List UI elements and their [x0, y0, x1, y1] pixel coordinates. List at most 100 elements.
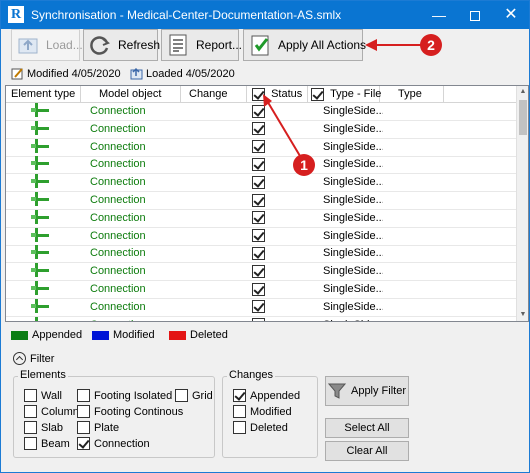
connection-element-icon — [28, 316, 58, 321]
scroll-down-icon[interactable]: ▼ — [517, 309, 528, 321]
report-icon — [166, 33, 190, 57]
modified-swatch — [92, 330, 109, 340]
plate-checkbox[interactable] — [77, 421, 90, 434]
table-row[interactable]: Connection SingleSide... — [6, 298, 518, 317]
footing-continous-label: Footing Continous — [94, 405, 184, 418]
loaded-info: Loaded 4/05/2020 — [130, 67, 235, 80]
table-row[interactable]: Connection SingleSide... — [6, 263, 518, 282]
status-checkbox[interactable] — [252, 193, 265, 207]
connection-element-icon — [28, 138, 58, 157]
status-cell — [247, 263, 307, 281]
connection-option[interactable]: Connection — [77, 437, 150, 450]
type-file-cell: SingleSide... — [323, 265, 383, 278]
load-button[interactable]: Load... — [11, 29, 83, 61]
apply-all-actions-button[interactable]: Apply All Actions — [243, 29, 367, 61]
deleted-option[interactable]: Deleted — [233, 421, 288, 434]
model-object-cell: Connection — [90, 211, 146, 224]
status-cell — [247, 299, 307, 317]
appended-checkbox[interactable] — [233, 389, 246, 402]
modified-checkbox[interactable] — [233, 405, 246, 418]
type-file-cell: SingleSide... — [323, 194, 383, 206]
header-change[interactable]: Change — [181, 86, 247, 103]
plate-option[interactable]: Plate — [77, 421, 119, 434]
header-element-type[interactable]: Element type — [6, 86, 81, 103]
type-file-cell: SingleSide... — [323, 211, 383, 224]
refresh-button[interactable]: Refresh — [83, 29, 160, 61]
table-row[interactable]: Connection SingleSide... — [6, 245, 518, 264]
filter-toggle[interactable]: Filter — [13, 352, 54, 365]
table-row[interactable]: Connection SingleSide... — [6, 174, 518, 193]
type-file-cell: SingleSide... — [323, 122, 383, 135]
table-row[interactable]: Connection SingleSide... — [6, 316, 518, 321]
slab-label: Slab — [41, 421, 64, 434]
table-row[interactable]: Connection SingleSide... — [6, 192, 518, 210]
collapse-chevron-icon[interactable] — [13, 352, 26, 365]
wall-label: Wall — [41, 389, 62, 402]
status-checkbox[interactable] — [252, 318, 265, 321]
beam-option[interactable]: Beam — [24, 437, 70, 450]
grid-vertical-scrollbar[interactable]: ▲ ▼ — [516, 86, 528, 321]
funnel-icon — [327, 383, 346, 399]
close-button[interactable]: ✕ — [493, 1, 529, 29]
grid-option[interactable]: Grid — [175, 389, 213, 402]
connection-element-icon — [28, 120, 58, 139]
column-option[interactable]: Column — [24, 405, 79, 418]
scrollbar-thumb[interactable] — [519, 100, 527, 135]
status-checkbox[interactable] — [252, 175, 265, 189]
column-checkbox[interactable] — [24, 405, 37, 418]
status-checkbox[interactable] — [252, 282, 265, 296]
footing-isolated-option[interactable]: Footing Isolated — [77, 389, 172, 402]
model-object-cell: Connection — [90, 194, 146, 206]
footing-continous-checkbox[interactable] — [77, 405, 90, 418]
header-model-object[interactable]: Model object — [81, 86, 181, 103]
modified-info: Modified 4/05/2020 — [11, 67, 121, 80]
report-button[interactable]: Report... — [161, 29, 242, 61]
slab-option[interactable]: Slab — [24, 421, 63, 434]
legend-appended: Appended — [11, 329, 82, 341]
deleted-swatch — [169, 330, 186, 340]
legend-modified-label: Modified — [113, 329, 155, 341]
appended-option[interactable]: Appended — [233, 389, 300, 402]
connection-checkbox[interactable] — [77, 437, 90, 450]
table-row[interactable]: Connection SingleSide... — [6, 281, 518, 299]
legend-modified: Modified — [92, 329, 155, 341]
grid-checkbox[interactable] — [175, 389, 188, 402]
apply-all-actions-label: Apply All Actions — [278, 38, 367, 52]
clear-all-button[interactable]: Clear All — [325, 441, 409, 461]
model-object-cell: Connection — [90, 229, 146, 242]
type-file-cell: SingleSide... — [323, 176, 383, 189]
maximize-button[interactable] — [457, 1, 493, 29]
connection-element-icon — [28, 103, 58, 121]
appended-label: Appended — [250, 389, 301, 402]
connection-label: Connection — [94, 437, 150, 450]
beam-label: Beam — [41, 437, 70, 450]
plate-label: Plate — [94, 421, 120, 434]
scroll-up-icon[interactable]: ▲ — [517, 86, 528, 98]
footing-continous-option[interactable]: Footing Continous — [77, 405, 183, 418]
minimize-button[interactable]: — — [421, 1, 457, 29]
status-checkbox[interactable] — [252, 264, 265, 278]
load-label: Load... — [46, 38, 83, 52]
model-object-cell: Connection — [90, 317, 180, 321]
apply-filter-button[interactable]: Apply Filter — [325, 376, 409, 406]
wall-checkbox[interactable] — [24, 389, 37, 402]
status-checkbox[interactable] — [252, 211, 265, 225]
modified-option[interactable]: Modified — [233, 405, 292, 418]
beam-checkbox[interactable] — [24, 437, 37, 450]
status-cell — [247, 174, 307, 192]
refresh-icon — [88, 33, 112, 57]
table-row[interactable]: Connection SingleSide... — [6, 209, 518, 228]
status-checkbox[interactable] — [252, 300, 265, 314]
footing-isolated-checkbox[interactable] — [77, 389, 90, 402]
status-checkbox[interactable] — [252, 246, 265, 260]
select-all-label: Select All — [344, 422, 390, 434]
select-all-button[interactable]: Select All — [325, 418, 409, 438]
legend-appended-label: Appended — [32, 329, 83, 341]
status-checkbox[interactable] — [252, 229, 265, 243]
slab-checkbox[interactable] — [24, 421, 37, 434]
header-type[interactable]: Type — [380, 86, 444, 103]
table-row[interactable]: Connection SingleSide... — [6, 227, 518, 246]
connection-element-icon — [28, 156, 58, 174]
wall-option[interactable]: Wall — [24, 389, 62, 402]
deleted-checkbox[interactable] — [233, 421, 246, 434]
